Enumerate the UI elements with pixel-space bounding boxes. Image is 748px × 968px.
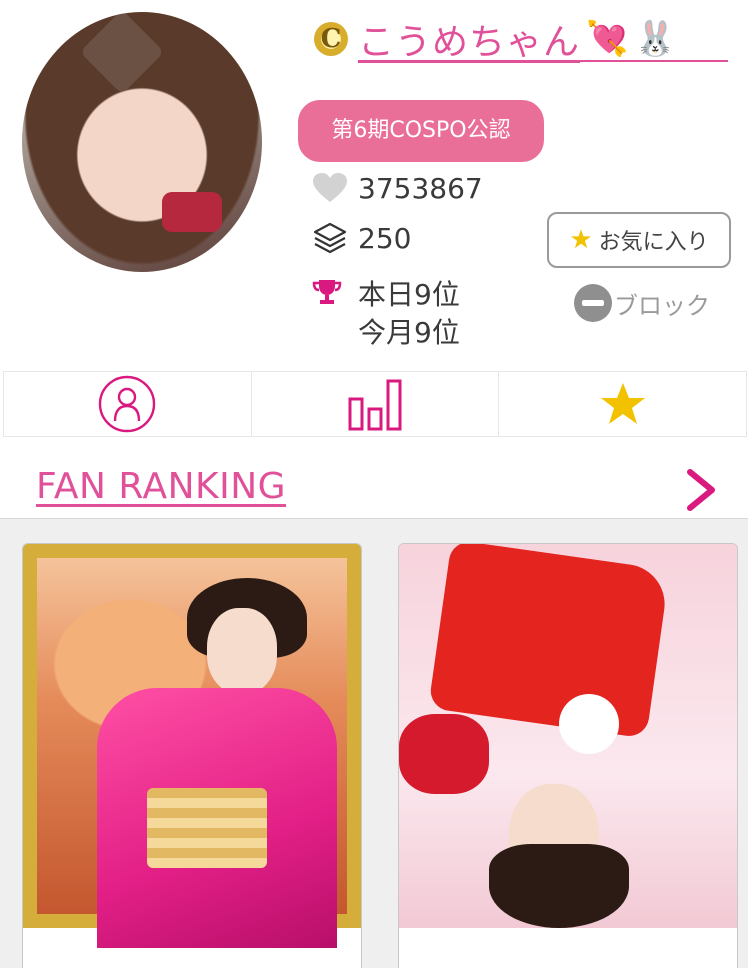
block-button[interactable]: ブロック <box>574 284 710 322</box>
posts-stat: 250 <box>312 220 411 256</box>
card-photo <box>23 544 361 948</box>
rabbit-icon: 🐰 <box>634 19 677 59</box>
heart-arrow-icon: 💘 <box>586 19 629 59</box>
block-button-label: ブロック <box>614 291 710 320</box>
profile-avatar[interactable] <box>22 12 262 272</box>
posts-count: 250 <box>358 221 412 255</box>
santa-dress-shape <box>428 544 670 739</box>
rank-month: 今月9位 <box>358 316 460 349</box>
fan-ranking-title[interactable]: FAN RANKING <box>36 466 286 507</box>
favorite-button-label: お気に入り <box>598 230 709 255</box>
profile-name: こうめちゃん <box>358 22 581 63</box>
name-underline <box>360 60 728 62</box>
pompom-shape <box>559 694 619 754</box>
face-shape <box>207 608 277 694</box>
tab-ranking[interactable] <box>252 372 500 436</box>
fan-ranking-grid <box>0 518 748 968</box>
bow-shape <box>399 714 489 794</box>
hair-shape <box>489 844 629 928</box>
rank-today: 本日9位 <box>358 278 460 311</box>
official-badge: 第6期COSPO公認 <box>298 100 544 162</box>
chevron-right-icon[interactable] <box>682 466 722 514</box>
cat-ear-decoration <box>79 12 165 95</box>
likes-count: 3753867 <box>358 171 483 205</box>
star-icon <box>600 383 645 424</box>
card-photo <box>399 544 737 928</box>
profile-icon <box>99 375 156 433</box>
favorite-button[interactable]: ★ お気に入り <box>547 212 731 268</box>
photo-card[interactable] <box>398 543 738 968</box>
photo-card[interactable] <box>22 543 362 968</box>
layers-icon <box>312 220 348 256</box>
tab-favorites[interactable] <box>499 372 746 436</box>
star-icon: ★ <box>569 225 593 255</box>
likes-stat: 3753867 <box>312 170 483 206</box>
c-badge-icon: C <box>314 22 348 56</box>
bow-decoration <box>162 192 222 232</box>
obi-shape <box>147 788 267 868</box>
trophy-icon <box>312 276 348 352</box>
profile-name-row: C こうめちゃん 💘 🐰 <box>314 14 677 64</box>
tab-profile[interactable] <box>4 372 252 436</box>
bar-chart-icon <box>348 379 402 431</box>
heart-icon <box>312 170 348 206</box>
rank-stat: 本日9位 今月9位 <box>312 276 460 352</box>
profile-tabs <box>3 371 747 437</box>
block-minus-icon <box>574 284 612 322</box>
